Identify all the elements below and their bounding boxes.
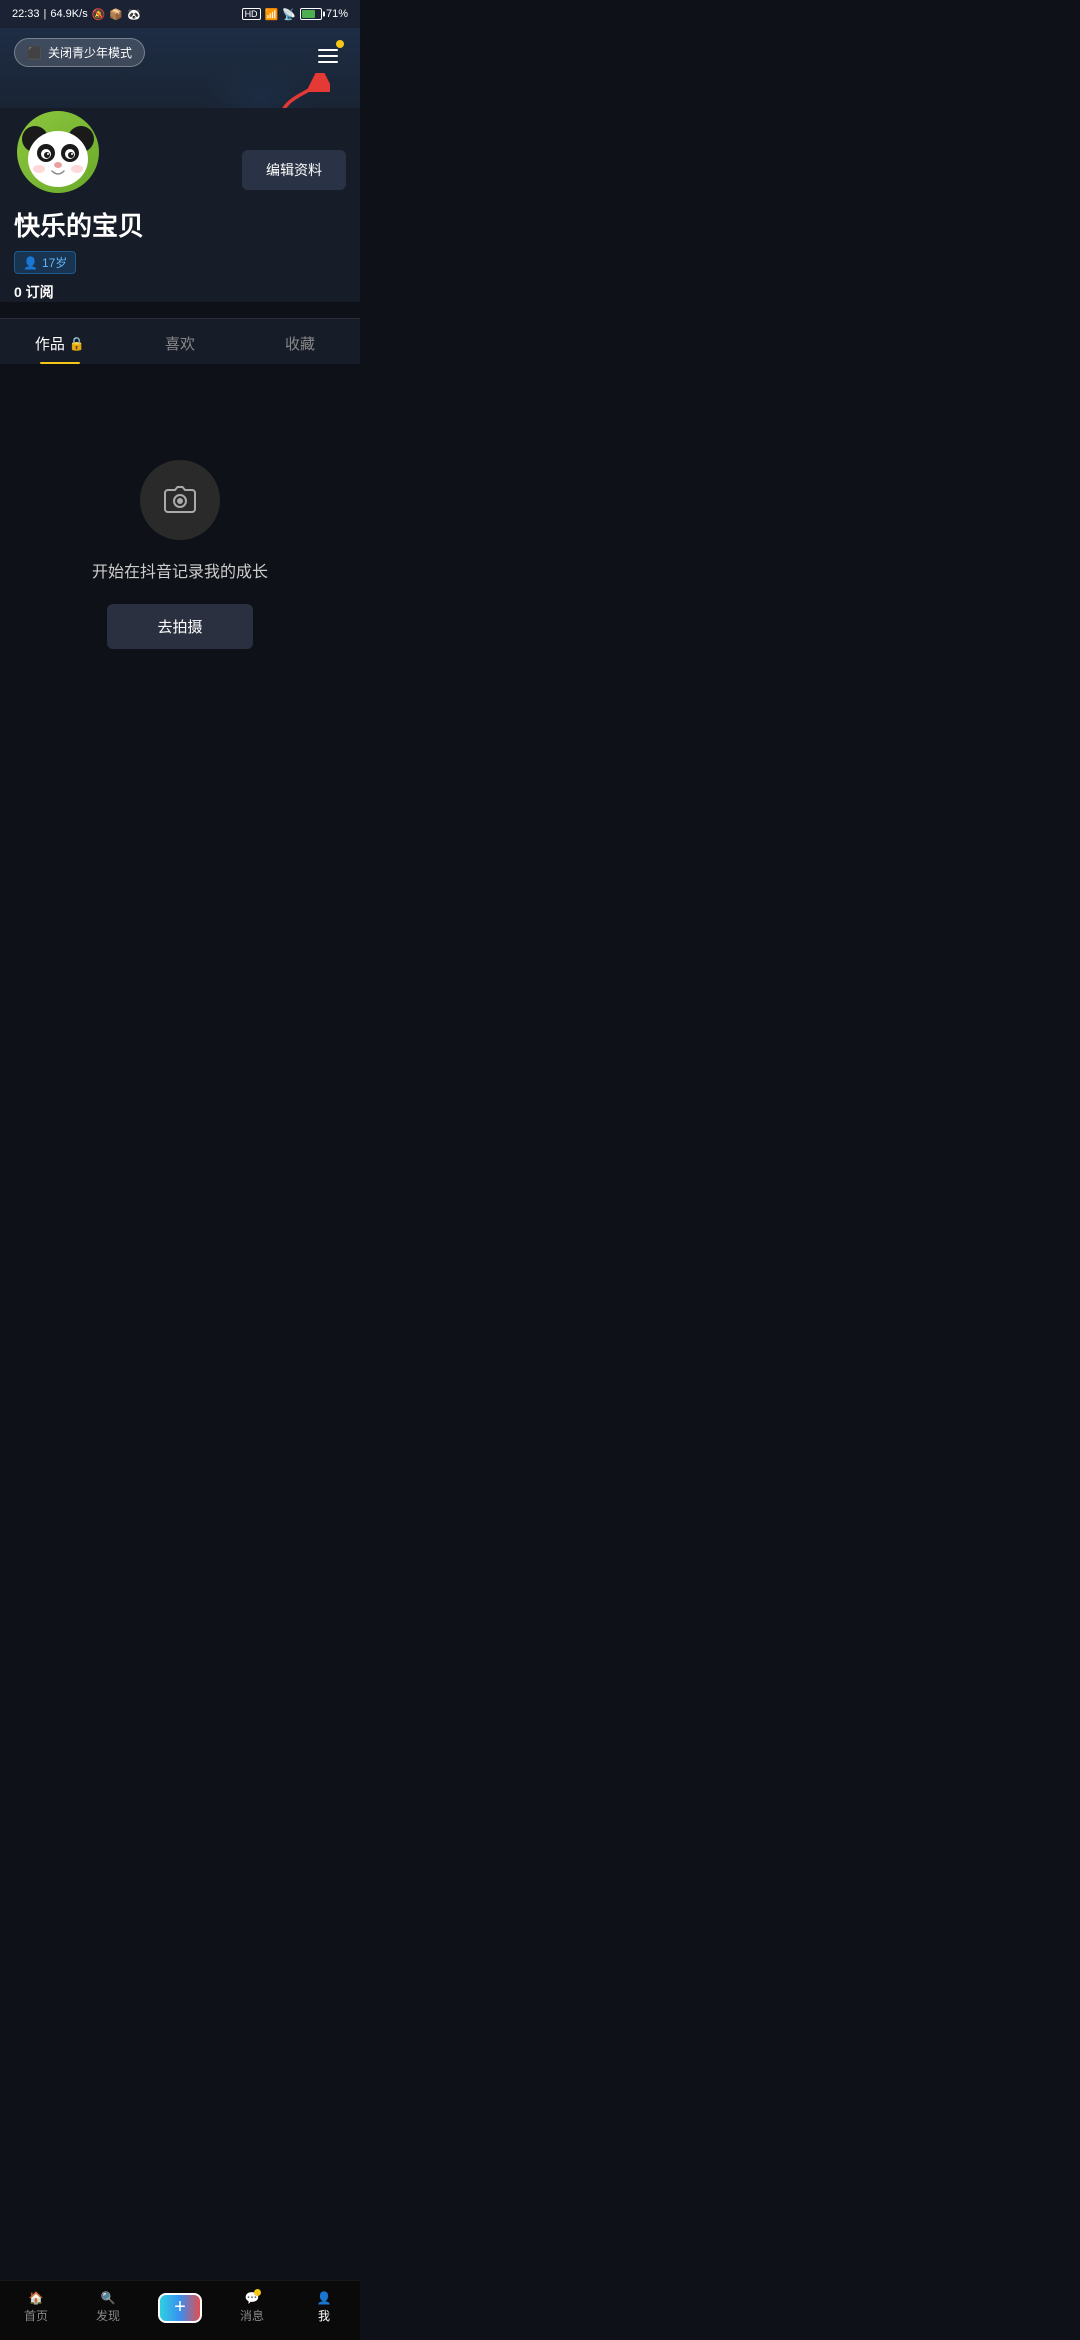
capture-button[interactable]: 去拍摄 (107, 604, 252, 649)
subscribers-count: 0 订阅 (14, 282, 346, 302)
status-left: 22:33 | 64.9K/s 🔕 📦 🐼 (12, 8, 141, 21)
content-area: 开始在抖音记录我的成长 去拍摄 (0, 364, 360, 744)
edit-profile-button[interactable]: 编辑资料 (242, 150, 346, 190)
wifi-icon: 📡 (282, 8, 296, 21)
time: 22:33 (12, 8, 40, 20)
tab-favorites-label: 收藏 (285, 333, 315, 354)
nav-discover-label: 发现 (96, 2307, 120, 2324)
lock-icon: 🔒 (69, 336, 85, 352)
menu-notification-dot (336, 40, 344, 48)
tab-favorites[interactable]: 收藏 (240, 319, 360, 364)
discover-icon: 🔍 (101, 2291, 116, 2305)
plus-icon: + (174, 2296, 186, 2319)
avatar (14, 108, 102, 196)
tabs-row: 作品 🔒 喜欢 收藏 (0, 318, 360, 364)
status-bar: 22:33 | 64.9K/s 🔕 📦 🐼 HD 📶 📡 71% (0, 0, 360, 28)
mute-icon: 🔕 (92, 8, 106, 21)
nav-messages-label: 消息 (240, 2307, 264, 2324)
profile-section: 编辑资料 快乐的宝贝 👤 17岁 0 订阅 (0, 108, 360, 302)
app-icon-2: 🐼 (127, 8, 141, 21)
teen-mode-label: 关闭青少年模式 (48, 44, 132, 61)
teen-mode-button[interactable]: ⬛ 关闭青少年模式 (14, 38, 145, 67)
battery-fill (302, 10, 315, 18)
profile-icon: 👤 (317, 2291, 332, 2305)
username: 快乐的宝贝 (14, 206, 346, 243)
home-icon: 🏠 (29, 2291, 44, 2305)
hamburger-icon (318, 49, 338, 63)
teen-mode-icon: ⬛ (27, 46, 42, 60)
empty-state-text: 开始在抖音记录我的成长 (92, 558, 268, 582)
tab-likes-label: 喜欢 (165, 333, 195, 354)
nav-home-label: 首页 (24, 2307, 48, 2324)
nav-plus[interactable]: + (144, 2293, 216, 2323)
avatar-row: 编辑资料 (14, 108, 346, 196)
tab-likes[interactable]: 喜欢 (120, 319, 240, 364)
app-icon-1: 📦 (109, 8, 123, 21)
nav-profile-label: 我 (318, 2307, 330, 2324)
signal-icon: 📶 (265, 8, 279, 21)
battery-percent: 71% (326, 8, 348, 20)
nav-discover[interactable]: 🔍 发现 (72, 2291, 144, 2324)
age-badge: 👤 17岁 (14, 251, 76, 274)
nav-profile[interactable]: 👤 我 (288, 2291, 360, 2324)
age-text: 17岁 (42, 254, 67, 271)
menu-button[interactable] (310, 38, 346, 74)
nav-messages[interactable]: 💬 消息 (216, 2291, 288, 2324)
battery-icon (300, 8, 322, 20)
tab-works-label: 作品 (35, 333, 65, 354)
nav-home[interactable]: 🏠 首页 (0, 2291, 72, 2324)
status-right: HD 📶 📡 71% (242, 8, 348, 21)
separator: | (44, 8, 47, 20)
bottom-nav: 🏠 首页 🔍 发现 + 💬 消息 👤 我 (0, 2280, 360, 2340)
camera-circle (140, 460, 220, 540)
camera-icon (162, 485, 198, 515)
person-icon: 👤 (23, 256, 38, 270)
message-icon: 💬 (245, 2291, 260, 2305)
tab-works[interactable]: 作品 🔒 (0, 319, 120, 364)
hd-badge: HD (242, 8, 261, 20)
network-speed: 64.9K/s (50, 8, 87, 20)
plus-button[interactable]: + (158, 2293, 202, 2323)
